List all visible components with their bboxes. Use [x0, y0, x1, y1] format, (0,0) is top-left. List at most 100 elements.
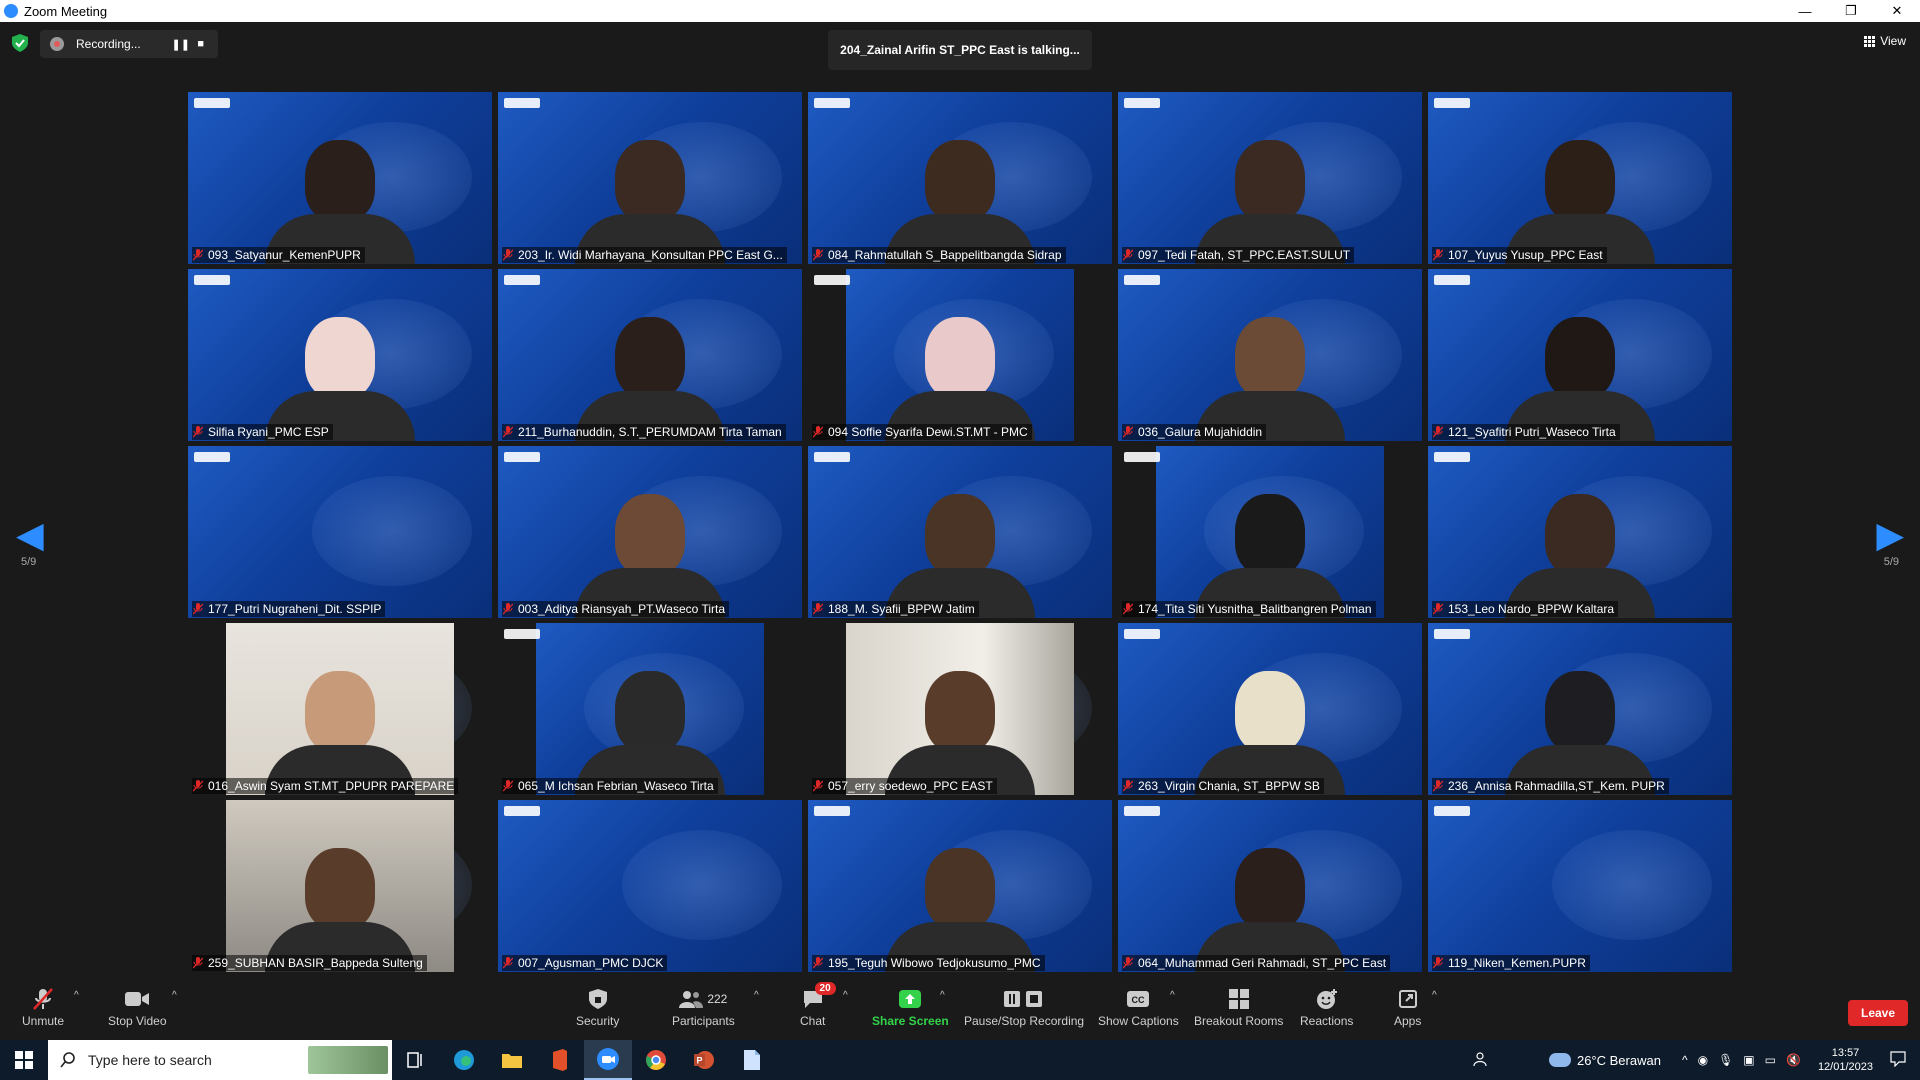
muted-mic-icon — [1433, 249, 1443, 261]
stop-video-button[interactable]: Stop Video — [108, 986, 167, 1028]
window-title-bar: Zoom Meeting — ❐ ✕ — [0, 0, 1920, 22]
participant-tile[interactable]: 195_Teguh Wibowo Tedjokusumo_PMC — [808, 800, 1112, 972]
microphone-icon[interactable]: 🎙 — [1718, 1053, 1733, 1067]
breakout-rooms-button[interactable]: Breakout Rooms — [1194, 986, 1283, 1028]
network-icon[interactable]: ▭ — [1765, 1053, 1776, 1067]
participant-name: 121_Syafitri Putri_Waseco Tirta — [1432, 424, 1620, 440]
apps-caret-icon[interactable]: ^ — [1432, 990, 1437, 1001]
participant-tile[interactable]: 107_Yuyus Yusup_PPC East — [1428, 92, 1732, 264]
webinar-logo — [504, 806, 540, 816]
taskbar-chrome[interactable] — [632, 1040, 680, 1080]
participant-tile[interactable]: 259_SUBHAN BASIR_Bappeda Sulteng — [188, 800, 492, 972]
participant-name: 195_Teguh Wibowo Tedjokusumo_PMC — [812, 955, 1045, 971]
previous-page-arrow-icon[interactable]: ◀ — [16, 514, 44, 556]
participant-silhouette — [885, 848, 1035, 972]
captions-caret-icon[interactable]: ^ — [1170, 990, 1175, 1001]
tray-app-icon[interactable]: ▣ — [1743, 1053, 1754, 1067]
participant-silhouette — [1195, 848, 1345, 972]
participant-tile[interactable]: 007_Agusman_PMC DJCK — [498, 800, 802, 972]
audio-options-caret-icon[interactable]: ^ — [74, 990, 79, 1001]
security-icon — [588, 989, 607, 1009]
clock-time: 13:57 — [1831, 1047, 1860, 1059]
participant-silhouette — [265, 317, 415, 441]
apps-button[interactable]: Apps — [1394, 986, 1421, 1028]
chat-button[interactable]: 20 Chat — [800, 982, 836, 1028]
participant-tile[interactable]: 177_Putri Nugraheni_Dit. SSPIP — [188, 446, 492, 618]
participant-tile[interactable]: 188_M. Syafii_BPPW Jatim — [808, 446, 1112, 618]
apps-label: Apps — [1394, 1014, 1422, 1028]
chat-caret-icon[interactable]: ^ — [843, 990, 848, 1001]
participant-name: 097_Tedi Fatah, ST_PPC.EAST.SULUT — [1122, 247, 1355, 263]
minimize-button[interactable]: — — [1782, 0, 1828, 22]
security-shield-icon[interactable] — [12, 34, 28, 52]
taskbar-notepad[interactable] — [728, 1040, 776, 1080]
muted-mic-icon — [1123, 780, 1133, 792]
participants-caret-icon[interactable]: ^ — [754, 990, 759, 1001]
participant-name: 177_Putri Nugraheni_Dit. SSPIP — [192, 601, 386, 617]
pause-stop-recording-button[interactable]: Pause/Stop Recording — [964, 986, 1084, 1028]
participant-tile[interactable]: 003_Aditya Riansyah_PT.Waseco Tirta — [498, 446, 802, 618]
active-speaker-banner: 204_Zainal Arifin ST_PPC East is talking… — [828, 30, 1092, 70]
participant-tile[interactable]: 263_Virgin Chania, ST_BPPW SB — [1118, 623, 1422, 795]
leave-button[interactable]: Leave — [1848, 1000, 1908, 1026]
security-button[interactable]: Security — [576, 986, 619, 1028]
reactions-button[interactable]: Reactions — [1300, 986, 1353, 1028]
taskbar-search-box[interactable]: Type here to search — [48, 1040, 392, 1080]
muted-mic-icon — [1433, 957, 1443, 969]
muted-mic-icon — [503, 603, 513, 615]
weather-widget[interactable]: 26°C Berawan — [1548, 1053, 1661, 1068]
participant-tile[interactable]: 094 Soffie Syarifa Dewi.ST.MT - PMC — [808, 269, 1112, 441]
gallery-grid: 093_Satyanur_KemenPUPR 203_Ir. Widi Marha… — [188, 92, 1734, 972]
start-button[interactable] — [0, 1040, 48, 1080]
people-icon[interactable] — [1473, 1051, 1489, 1070]
show-hidden-icons-chevron-icon[interactable]: ^ — [1682, 1053, 1688, 1067]
participant-tile[interactable]: 065_M Ichsan Febrian_Waseco Tirta — [498, 623, 802, 795]
close-button[interactable]: ✕ — [1874, 0, 1920, 22]
webcam-icon[interactable]: ◉ — [1698, 1053, 1708, 1067]
participant-tile[interactable]: 036_Galura Mujahiddin — [1118, 269, 1422, 441]
participant-tile[interactable]: 121_Syafitri Putri_Waseco Tirta — [1428, 269, 1732, 441]
view-button[interactable]: View — [1864, 34, 1906, 48]
clock[interactable]: 13:57 12/01/2023 — [1818, 1046, 1873, 1074]
next-page-arrow-icon[interactable]: ▶ — [1876, 514, 1904, 556]
volume-mute-icon[interactable]: 🔇 — [1786, 1053, 1801, 1067]
pause-recording-button[interactable]: ❚❚ — [171, 38, 191, 51]
participants-button[interactable]: 222 Participants — [672, 986, 735, 1028]
participant-tile[interactable]: 236_Annisa Rahmadilla,ST_Kem. PUPR — [1428, 623, 1732, 795]
muted-mic-icon — [1433, 426, 1443, 438]
taskbar-powerpoint[interactable]: P — [680, 1040, 728, 1080]
participant-tile[interactable]: 174_Tita Siti Yusnitha_Balitbangren Polm… — [1118, 446, 1422, 618]
participant-tile[interactable]: 211_Burhanuddin, S.T._PERUMDAM Tirta Tam… — [498, 269, 802, 441]
task-view-button[interactable] — [392, 1040, 440, 1080]
taskbar-office[interactable] — [536, 1040, 584, 1080]
participant-silhouette — [575, 671, 725, 795]
pause-stop-recording-label: Pause/Stop Recording — [964, 1014, 1085, 1028]
participant-tile[interactable]: 016_Aswin Syam ST.MT_DPUPR PAREPARE — [188, 623, 492, 795]
action-center-glyph — [1890, 1050, 1906, 1067]
taskbar-file-explorer[interactable] — [488, 1040, 536, 1080]
share-screen-button[interactable]: Share Screen — [872, 986, 949, 1028]
participant-tile[interactable]: 064_Muhammad Geri Rahmadi, ST_PPC East — [1118, 800, 1422, 972]
zoom-app-icon — [4, 4, 18, 18]
participant-tile[interactable]: 153_Leo Nardo_BPPW Kaltara — [1428, 446, 1732, 618]
show-captions-button[interactable]: CC Show Captions — [1098, 986, 1179, 1028]
notifications-icon[interactable] — [1890, 1050, 1906, 1070]
webinar-logo — [814, 806, 850, 816]
share-screen-caret-icon[interactable]: ^ — [940, 990, 945, 1001]
participant-tile[interactable]: 097_Tedi Fatah, ST_PPC.EAST.SULUT — [1118, 92, 1422, 264]
participant-tile[interactable]: 057_erry soedewo_PPC EAST — [808, 623, 1112, 795]
participant-tile[interactable]: Silfia Ryani_PMC ESP — [188, 269, 492, 441]
share-screen-icon — [899, 990, 922, 1008]
unmute-button[interactable]: Unmute — [22, 986, 64, 1028]
stop-recording-button[interactable]: ■ — [191, 38, 211, 50]
taskbar-edge[interactable] — [440, 1040, 488, 1080]
participant-tile[interactable]: 119_Niken_Kemen.PUPR — [1428, 800, 1732, 972]
participant-tile[interactable]: 093_Satyanur_KemenPUPR — [188, 92, 492, 264]
taskbar-zoom[interactable] — [584, 1040, 632, 1080]
participant-name: 259_SUBHAN BASIR_Bappeda Sulteng — [192, 955, 427, 971]
participant-silhouette — [265, 848, 415, 972]
restore-button[interactable]: ❐ — [1828, 0, 1874, 22]
participant-tile[interactable]: 084_Rahmatullah S_Bappelitbangda Sidrap — [808, 92, 1112, 264]
video-options-caret-icon[interactable]: ^ — [172, 990, 177, 1001]
participant-tile[interactable]: 203_Ir. Widi Marhayana_Konsultan PPC Eas… — [498, 92, 802, 264]
